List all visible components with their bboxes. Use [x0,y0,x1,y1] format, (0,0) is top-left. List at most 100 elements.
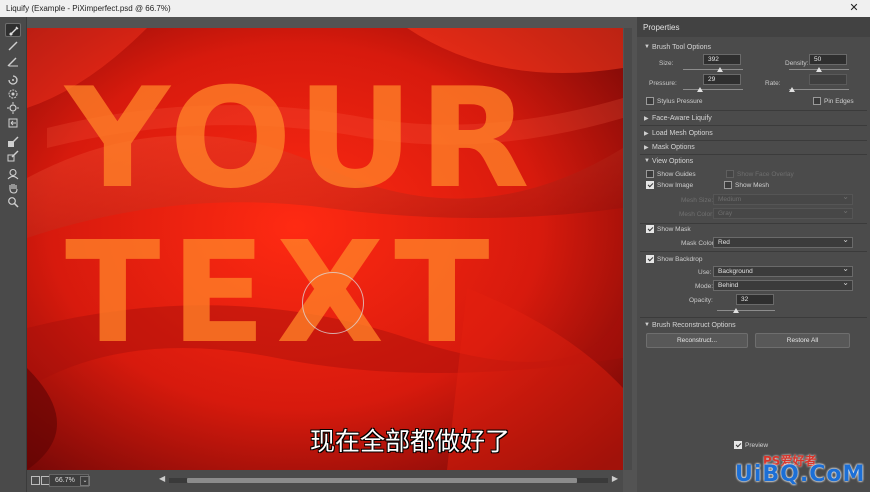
view-options-section[interactable]: ▼ View Options [637,155,870,169]
rate-label: Rate: [765,80,781,87]
density-label: Density: [785,60,809,67]
stylus-pressure-label: Stylus Pressure [657,98,703,105]
window-titlebar: Liquify (Example - PiXimperfect.psd @ 66… [0,0,870,17]
slider-knob[interactable] [697,87,704,92]
scroll-thumb[interactable] [187,478,577,483]
size-label: Size: [659,60,674,67]
push-left-tool-icon[interactable] [5,116,21,130]
opacity-slider[interactable] [717,308,775,314]
density-input[interactable]: 50 [809,54,847,65]
mesh-color-select[interactable]: Gray [713,206,853,219]
forward-warp-tool-icon[interactable] [5,23,21,37]
opacity-input[interactable]: 32 [736,294,774,305]
zoom-tool-icon[interactable] [5,195,21,209]
divider [640,110,867,111]
restore-all-button[interactable]: Restore All [755,333,850,348]
thaw-mask-tool-icon[interactable] [5,149,21,163]
expand-right-icon: ▶ [644,131,649,137]
pressure-label: Pressure: [649,80,677,87]
show-mask-label: Show Mask [657,226,691,233]
expand-right-icon: ▶ [644,145,649,151]
divider [640,251,867,252]
properties-header: Properties [637,17,870,37]
zoom-out-icon[interactable] [31,476,40,485]
preview-checkbox[interactable] [734,441,742,449]
divider [640,223,867,224]
scroll-left-arrow-icon[interactable]: ◀ [159,474,165,483]
show-image-label: Show Image [657,182,694,189]
stylus-pressure-checkbox[interactable] [646,97,654,105]
mask-options-section[interactable]: ▶ Mask Options [637,141,870,155]
expand-down-icon: ▼ [644,158,650,164]
section-label: View Options [652,158,694,165]
brush-cursor [302,272,364,334]
brush-reconstruct-options-section[interactable]: ▼ Brush Reconstruct Options [637,319,870,333]
window-title: Liquify (Example - PiXimperfect.psd @ 66… [6,4,171,13]
section-label: Mask Options [652,144,695,151]
size-input[interactable]: 392 [703,54,741,65]
twirl-clockwise-tool-icon[interactable] [5,73,21,87]
slider-knob[interactable] [732,308,739,313]
density-slider[interactable] [789,67,849,73]
watermark-url: UiBQ.CoM [735,462,866,487]
face-tool-icon[interactable] [5,167,21,181]
section-label: Load Mesh Options [652,130,713,137]
face-aware-liquify-section[interactable]: ▶ Face-Aware Liquify [637,112,870,126]
slider-knob[interactable] [789,87,795,92]
canvas-vertical-scrollbar[interactable] [624,28,632,470]
show-image-checkbox[interactable] [646,181,654,189]
canvas-horizontal-scrollbar[interactable]: ◀ ▶ [159,474,618,487]
expand-right-icon: ▶ [644,116,649,122]
show-backdrop-label: Show Backdrop [657,256,703,263]
show-backdrop-checkbox[interactable] [646,255,654,263]
bloat-tool-icon[interactable] [5,101,21,115]
pucker-tool-icon[interactable] [5,87,21,101]
brush-tool-options-section[interactable]: ▼ Brush Tool Options [637,41,870,55]
text-text-overlay: TEXT [65,212,500,375]
divider [640,317,867,318]
show-guides-checkbox[interactable] [646,170,654,178]
smooth-tool-icon[interactable] [5,54,21,68]
show-mask-checkbox[interactable] [646,225,654,233]
properties-panel: Properties ▼ Brush Tool Options Size: 39… [637,17,870,492]
reconstruct-tool-icon[interactable] [5,39,21,53]
video-subtitle: 现在全部都做好了 [310,427,511,456]
mask-color-select[interactable]: Red [713,235,853,248]
slider-knob[interactable] [717,67,724,72]
your-text-overlay: YOUR [65,58,534,219]
scroll-right-arrow-icon[interactable]: ▶ [612,474,618,483]
liquify-canvas[interactable]: YOUR TEXT 现在全部都做好了 [27,28,623,470]
mesh-size-label: Mesh Size: [681,197,714,204]
load-mesh-options-section[interactable]: ▶ Load Mesh Options [637,127,870,141]
show-mesh-checkbox[interactable] [724,181,732,189]
preview-label: Preview [745,442,769,449]
pin-edges-checkbox[interactable] [813,97,821,105]
opacity-label: Opacity: [689,297,713,304]
mask-color-label: Mask Color: [681,240,716,247]
section-label: Brush Reconstruct Options [652,322,736,329]
hand-tool-icon[interactable] [5,181,21,195]
size-slider[interactable] [683,67,743,73]
mesh-color-label: Mesh Color: [679,211,715,218]
mode-label: Mode: [695,283,714,290]
backdrop-mode-select[interactable]: Behind [713,278,853,291]
pressure-slider[interactable] [683,87,743,93]
pressure-input[interactable]: 29 [703,74,741,85]
use-label: Use: [698,269,712,276]
zoom-dropdown-arrow-icon[interactable]: ⌄ [80,476,90,486]
section-label: Brush Tool Options [652,44,712,51]
show-mesh-label: Show Mesh [735,182,769,189]
rate-slider[interactable] [789,87,849,93]
freeze-mask-tool-icon[interactable] [5,135,21,149]
window-close-button[interactable]: ✕ [838,0,870,17]
show-face-overlay-checkbox[interactable] [726,170,734,178]
pin-edges-label: Pin Edges [824,98,854,105]
divider [640,125,867,126]
backdrop-use-select[interactable]: Background [713,264,853,277]
rate-input[interactable] [809,74,847,85]
reconstruct-button[interactable]: Reconstruct... [646,333,748,348]
slider-knob[interactable] [816,67,822,72]
liquify-toolbar [0,17,27,492]
canvas-statusbar: 66.7% ⌄ ◀ ▶ [27,470,623,492]
mesh-size-select[interactable]: Medium [713,192,853,205]
